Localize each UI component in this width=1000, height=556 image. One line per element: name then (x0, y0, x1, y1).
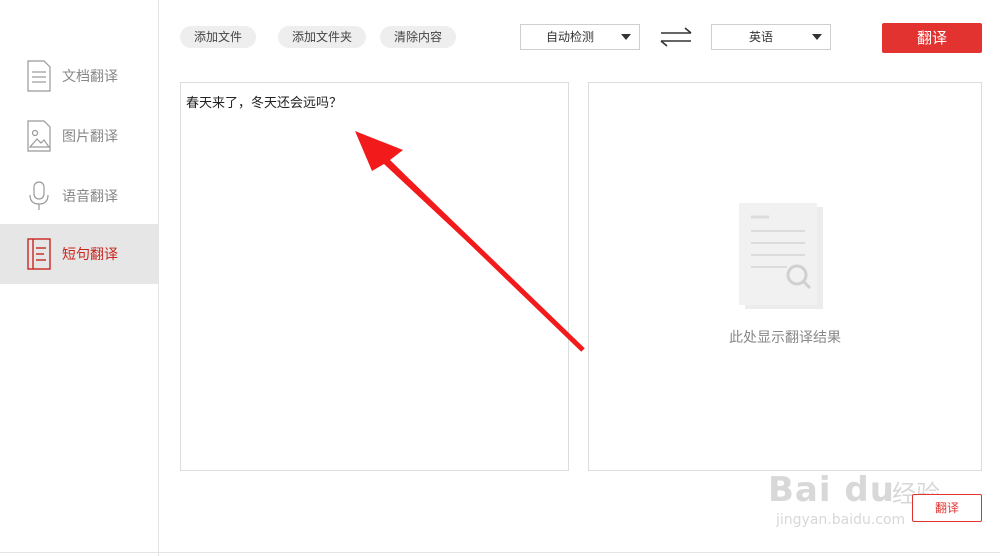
chevron-down-icon (812, 34, 822, 40)
image-icon (27, 120, 51, 152)
clear-content-button[interactable]: 清除内容 (380, 26, 457, 48)
sidebar-item-label: 文档翻译 (62, 69, 118, 85)
source-text: 春天来了，冬天还会远吗？ (186, 96, 343, 111)
translate-button[interactable]: 翻译 (882, 23, 982, 53)
microphone-icon (29, 181, 49, 210)
source-language-select[interactable]: 自动检测 (520, 24, 640, 50)
source-text-area[interactable]: 春天来了，冬天还会远吗？ (180, 82, 569, 471)
source-language-value: 自动检测 (545, 30, 594, 44)
sidebar-item-label: 短句翻译 (62, 247, 118, 263)
sidebar-item-label: 语音翻译 (62, 189, 118, 205)
swap-icon[interactable] (659, 27, 693, 47)
target-language-value: 英语 (748, 30, 773, 44)
sidebar-item-label: 图片翻译 (62, 129, 118, 145)
result-placeholder-text: 此处显示翻译结果 (729, 330, 841, 346)
add-folder-button[interactable]: 添加文件夹 (278, 26, 367, 48)
add-file-button[interactable]: 添加文件 (180, 26, 257, 48)
chevron-down-icon (621, 34, 631, 40)
divider (0, 552, 1000, 553)
document-search-icon (739, 203, 823, 309)
sidebar-item-sentence-translate[interactable]: 短句翻译 (0, 224, 158, 284)
watermark-url: jingyan.baidu.com (776, 512, 906, 528)
result-panel: 此处显示翻译结果 (588, 82, 982, 471)
watermark-brand: Bai du (768, 470, 895, 510)
sidebar-item-document-translate[interactable]: 文档翻译 (0, 46, 158, 106)
document-icon (27, 60, 51, 92)
sidebar: 文档翻译 图片翻译 语音翻译 短句翻译 (0, 0, 159, 556)
sidebar-item-voice-translate[interactable]: 语音翻译 (0, 166, 158, 226)
bottom-translate-button[interactable]: 翻译 (912, 494, 982, 522)
sentence-icon (27, 238, 51, 270)
sidebar-item-image-translate[interactable]: 图片翻译 (0, 106, 158, 166)
target-language-select[interactable]: 英语 (711, 24, 831, 50)
